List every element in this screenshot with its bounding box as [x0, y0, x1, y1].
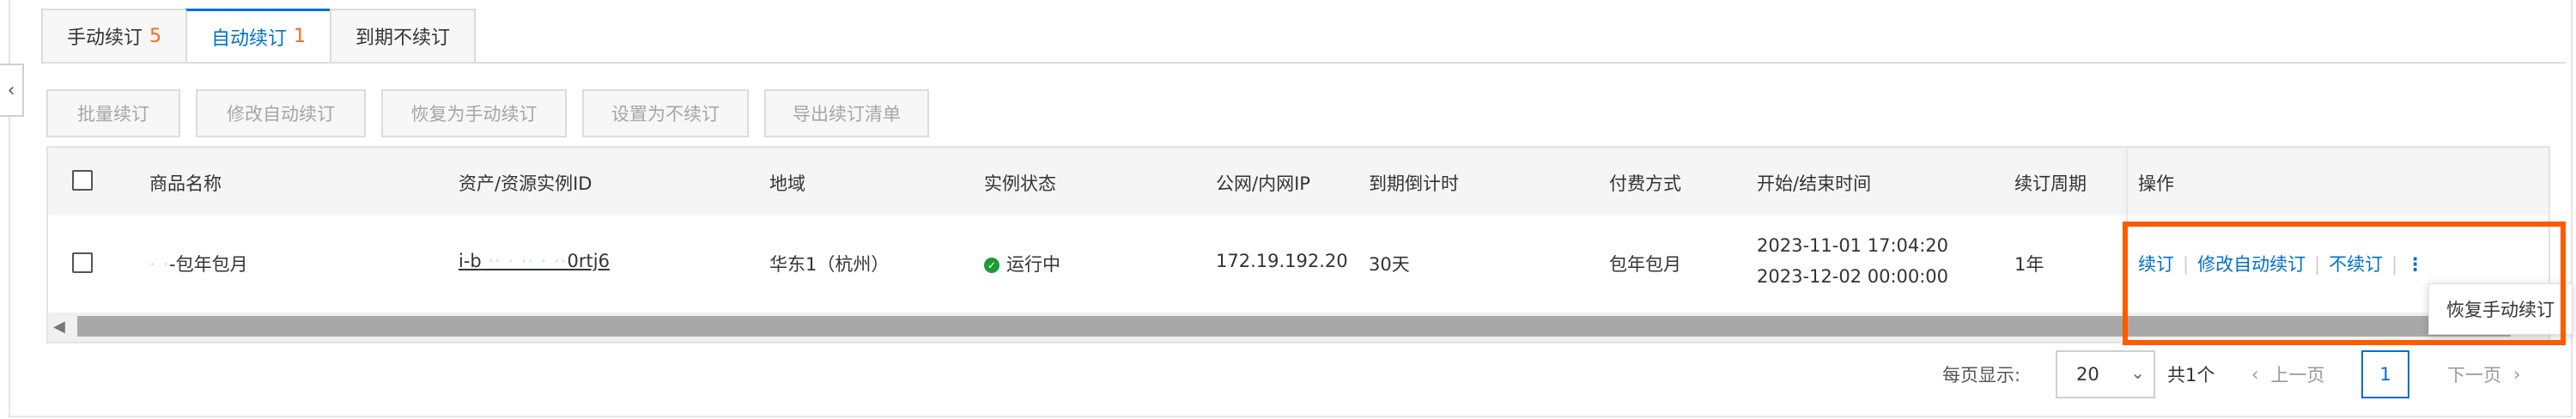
product-name-masked: · · [149, 254, 170, 275]
header-period: 续订周期 [2014, 173, 2087, 194]
next-page-button[interactable]: 下一页 › [2447, 350, 2520, 398]
collapse-sidebar-button[interactable]: ‹ [0, 64, 24, 117]
row-actions: 续订 | 修改自动续订 | 不续订 | ⋮ [2138, 251, 2424, 276]
toolbar: 批量续订 修改自动续订 恢复为手动续订 设置为不续订 导出续订清单 [46, 89, 945, 137]
scrollbar-thumb[interactable] [77, 316, 2511, 337]
no-renew-link[interactable]: 不续订 [2329, 254, 2383, 275]
tab-count: 1 [294, 26, 307, 47]
chevron-down-icon: ⌄ [2130, 362, 2145, 383]
tab-no-renew[interactable]: 到期不续订 [330, 9, 477, 64]
instance-id-prefix: i-b [459, 251, 482, 271]
header-product: 商品名称 [149, 173, 222, 194]
batch-renew-button[interactable]: 批量续订 [46, 89, 180, 137]
prev-page-label: 上一页 [2270, 365, 2325, 386]
vertical-ellipsis-icon[interactable]: ⋮ [2406, 254, 2424, 275]
per-page-label: 每页显示: [1942, 365, 2021, 386]
renew-link[interactable]: 续订 [2138, 254, 2174, 275]
fixed-column-divider [2126, 148, 2128, 313]
header-instance-id: 资产/资源实例ID [459, 173, 592, 194]
prev-page-button[interactable]: ‹ 上一页 [2251, 350, 2324, 398]
row-checkbox[interactable] [72, 252, 93, 273]
chevron-left-icon: ‹ [7, 79, 15, 101]
total-count: 共1个 [2167, 365, 2215, 386]
more-actions-dropdown: 恢复手动续订 [2428, 283, 2573, 335]
header-ip: 公网/内网IP [1216, 173, 1310, 194]
status-label: 运行中 [1006, 254, 1060, 275]
tab-label: 自动续订 [211, 27, 288, 50]
table-row: · ·-包年包月 i-b ·· · ·· · ··0rtj6 华东1（杭州） ✓… [48, 215, 2549, 313]
tab-manual-renew[interactable]: 手动续订 5 [41, 9, 186, 64]
period-value: 1年 [2014, 254, 2044, 275]
countdown-value: 30天 [1369, 254, 1410, 275]
product-name: · ·-包年包月 [149, 251, 248, 276]
tab-count: 5 [149, 25, 162, 47]
instance-id-link[interactable]: i-b ·· · ·· · ··0rtj6 [459, 251, 610, 271]
modify-auto-renew-button[interactable]: 修改自动续订 [196, 89, 366, 137]
renew-table: 商品名称 资产/资源实例ID 地域 实例状态 公网/内网IP 到期倒计时 付费方… [46, 146, 2550, 343]
chevron-left-icon: ‹ [2251, 364, 2259, 385]
scroll-left-icon[interactable]: ◀ [53, 318, 65, 336]
instance-id-suffix: 0rtj6 [567, 251, 610, 271]
header-region: 地域 [769, 173, 805, 194]
chevron-right-icon: › [2513, 364, 2521, 385]
instance-id-masked: ·· · ·· · ·· [481, 251, 568, 271]
start-time: 2023-11-01 17:04:20 [1757, 235, 1949, 256]
restore-manual-renew-button[interactable]: 恢复为手动续订 [381, 89, 567, 137]
action-divider: | [2183, 254, 2190, 275]
action-divider: | [2391, 254, 2398, 275]
table-header: 商品名称 资产/资源实例ID 地域 实例状态 公网/内网IP 到期倒计时 付费方… [48, 148, 2549, 216]
tab-auto-renew[interactable]: 自动续订 1 [185, 9, 331, 64]
ip-value: 172.19.192.20 [1216, 251, 1348, 271]
check-circle-icon: ✓ [984, 258, 999, 273]
modify-auto-renew-link[interactable]: 修改自动续订 [2197, 254, 2306, 275]
header-countdown: 到期倒计时 [1369, 173, 1459, 194]
payment-value: 包年包月 [1609, 254, 1681, 275]
tab-bar: 手动续订 5 自动续订 1 到期不续订 [41, 9, 477, 64]
restore-manual-renew-menu-item[interactable]: 恢复手动续订 [2446, 296, 2555, 322]
product-name-suffix: -包年包月 [169, 254, 248, 275]
next-page-label: 下一页 [2447, 365, 2501, 386]
tab-label: 手动续订 [67, 27, 143, 49]
tab-divider [41, 62, 2566, 64]
header-payment: 付费方式 [1609, 173, 1681, 194]
status-value: ✓ 运行中 [984, 251, 1060, 276]
current-page[interactable]: 1 [2361, 350, 2409, 398]
select-all-checkbox[interactable] [72, 170, 93, 191]
set-no-renew-button[interactable]: 设置为不续订 [582, 89, 749, 137]
header-time: 开始/结束时间 [1757, 173, 1872, 194]
end-time: 2023-12-02 00:00:00 [1757, 266, 1949, 287]
export-renew-list-button[interactable]: 导出续订清单 [764, 89, 929, 137]
region-value: 华东1（杭州） [769, 254, 890, 275]
horizontal-scrollbar[interactable]: ◀ [48, 313, 2549, 342]
header-status: 实例状态 [984, 173, 1056, 194]
per-page-value: 20 [2076, 364, 2099, 385]
per-page-select[interactable]: 20 ⌄ [2056, 350, 2155, 398]
action-divider: | [2314, 254, 2321, 275]
tab-label: 到期不续订 [355, 27, 451, 49]
header-actions: 操作 [2138, 173, 2174, 194]
